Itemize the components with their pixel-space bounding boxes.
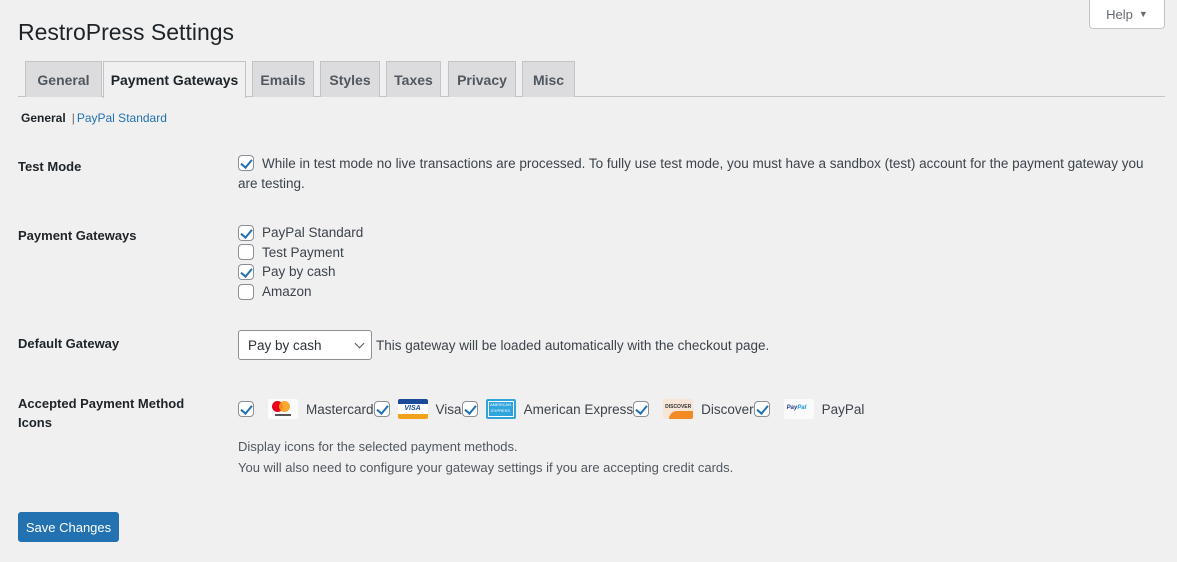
default-gateway-description: This gateway will be loaded automaticall… — [376, 337, 770, 353]
gateway-label: Pay by cash — [262, 264, 336, 280]
accepted-icons-description: Display icons for the selected payment m… — [238, 436, 733, 478]
default-gateway-field: Pay by cash This gateway will be loaded … — [238, 330, 769, 360]
gateway-item-amazon[interactable]: Amazon — [238, 282, 363, 302]
paypal-icon: PayPal — [783, 399, 814, 419]
default-gateway-label: Default Gateway — [18, 336, 120, 351]
discover-icon: DISCOVER — [663, 399, 694, 419]
tab-misc[interactable]: Misc — [522, 61, 575, 97]
accepted-icons-list: Mastercard VISA Visa AMERICAN EXPRESS Am… — [238, 398, 864, 420]
settings-tabs: General Payment Gateways Emails Styles T… — [18, 61, 1165, 98]
gateway-label: Amazon — [262, 284, 312, 300]
tab-label: General — [37, 71, 90, 88]
tab-styles[interactable]: Styles — [320, 61, 380, 97]
paypal-checkbox[interactable] — [753, 401, 770, 417]
description-line: You will also need to configure your gat… — [238, 460, 734, 475]
amex-checkbox[interactable] — [461, 401, 478, 417]
tab-taxes[interactable]: Taxes — [386, 61, 441, 97]
mastercard-icon — [268, 399, 298, 419]
gateway-checkbox[interactable] — [238, 224, 254, 241]
gateway-checkbox[interactable] — [238, 244, 254, 261]
help-label: Help — [1106, 6, 1133, 22]
accepted-icons-label: Accepted Payment Method Icons — [18, 396, 185, 430]
default-gateway-value: Pay by cash — [248, 337, 322, 353]
amex-icon: AMERICAN EXPRESS — [485, 399, 516, 419]
default-gateway-select[interactable]: Pay by cash — [238, 330, 372, 360]
gateway-checkbox[interactable] — [238, 263, 254, 280]
gateway-item-test-payment[interactable]: Test Payment — [238, 243, 363, 263]
gateway-checkbox[interactable] — [238, 283, 254, 300]
tab-label: Payment Gateways — [110, 72, 239, 88]
tab-privacy[interactable]: Privacy — [448, 61, 516, 97]
payment-icon-label: Mastercard — [306, 401, 374, 417]
payment-icon-item-paypal[interactable]: PayPal PayPal — [753, 399, 865, 419]
test-mode-checkbox[interactable] — [238, 154, 254, 171]
payment-icon-item-mastercard[interactable]: Mastercard — [238, 399, 374, 419]
payment-icon-label: American Express — [523, 401, 634, 417]
page-title: RestroPress Settings — [18, 19, 235, 45]
payment-icon-label: Visa — [435, 401, 462, 417]
tab-payment-gateways[interactable]: Payment Gateways — [103, 61, 246, 98]
tab-label: Privacy — [457, 71, 507, 88]
caret-down-icon: ▼ — [1138, 9, 1148, 19]
test-mode-label: Test Mode — [18, 159, 82, 174]
subnav-separator: | — [71, 111, 75, 125]
test-mode-field: While in test mode no live transactions … — [238, 154, 1158, 194]
tab-general[interactable]: General — [25, 61, 102, 97]
payment-icon-label: PayPal — [821, 401, 865, 417]
payment-gateways-label: Payment Gateways — [18, 228, 137, 243]
test-mode-description: While in test mode no live transactions … — [238, 156, 1144, 191]
mastercard-checkbox[interactable] — [238, 401, 254, 417]
tab-label: Styles — [329, 71, 371, 88]
payment-icon-item-amex[interactable]: AMERICAN EXPRESS American Express — [461, 399, 634, 419]
tab-label: Emails — [260, 71, 306, 88]
section-subnav: General | PayPal Standard — [21, 111, 167, 125]
payment-icon-item-discover[interactable]: DISCOVER Discover — [633, 399, 754, 419]
payment-icon-label: Discover — [701, 401, 754, 417]
tab-emails[interactable]: Emails — [252, 61, 314, 97]
gateway-label: PayPal Standard — [262, 225, 364, 241]
gateway-label: Test Payment — [262, 244, 344, 260]
gateway-item-pay-by-cash[interactable]: Pay by cash — [238, 262, 363, 282]
payment-gateways-list: PayPal Standard Test Payment Pay by cash… — [238, 223, 363, 301]
chevron-down-icon — [354, 338, 365, 348]
tab-label: Taxes — [394, 71, 433, 88]
description-line: Display icons for the selected payment m… — [238, 439, 518, 454]
save-changes-button[interactable]: Save Changes — [18, 512, 119, 542]
help-button[interactable]: Help ▼ — [1089, 0, 1165, 29]
visa-icon: VISA — [397, 399, 428, 419]
visa-checkbox[interactable] — [373, 401, 390, 417]
tab-label: Misc — [532, 71, 565, 88]
gateway-item-paypal-standard[interactable]: PayPal Standard — [238, 223, 363, 243]
subnav-link-paypal-standard[interactable]: PayPal Standard — [77, 111, 167, 125]
payment-icon-item-visa[interactable]: VISA Visa — [373, 399, 462, 419]
subnav-current-general: General — [21, 111, 66, 125]
discover-checkbox[interactable] — [633, 401, 650, 417]
